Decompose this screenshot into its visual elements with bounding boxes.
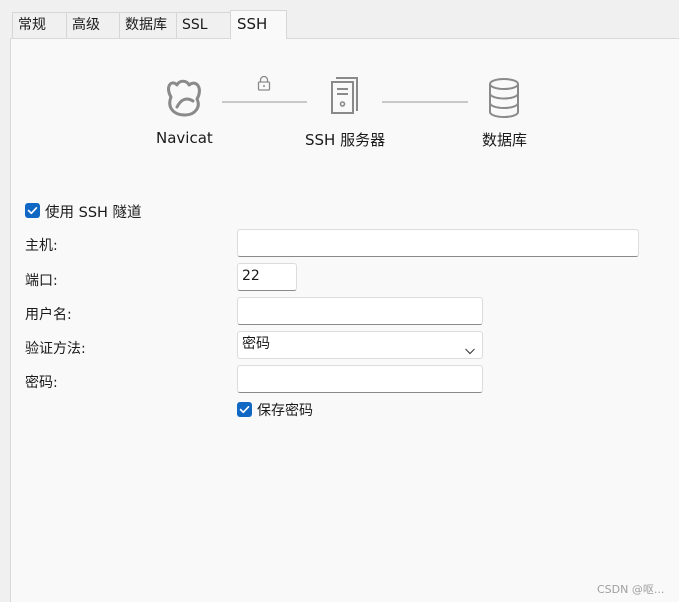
tab-bar: 常规 高级 数据库 SSL SSH — [0, 0, 679, 39]
tab-advanced[interactable]: 高级 — [66, 12, 120, 38]
navicat-logo-icon — [163, 77, 205, 119]
save-password-label[interactable]: 保存密码 — [257, 400, 313, 420]
diagram-database-label: 数据库 — [482, 131, 528, 149]
auth-method-label: 验证方法: — [25, 341, 86, 357]
host-label: 主机: — [25, 238, 58, 254]
use-ssh-tunnel-label[interactable]: 使用 SSH 隧道 — [45, 201, 142, 222]
chevron-down-icon — [464, 340, 476, 364]
connection-line — [382, 101, 468, 103]
username-input[interactable] — [237, 297, 483, 325]
diagram-server-label: SSH 服务器 — [305, 131, 386, 149]
lock-icon — [256, 75, 272, 91]
diagram-client-label: Navicat — [156, 129, 213, 147]
check-icon — [27, 207, 38, 215]
port-label: 端口: — [25, 273, 58, 289]
auth-method-select[interactable]: 密码 — [237, 331, 483, 359]
password-input[interactable] — [237, 365, 483, 393]
tab-database[interactable]: 数据库 — [119, 12, 177, 38]
server-icon — [329, 75, 361, 117]
host-input[interactable] — [237, 229, 639, 257]
save-password-checkbox[interactable] — [237, 402, 252, 417]
tab-general[interactable]: 常规 — [12, 12, 67, 38]
port-input[interactable]: 22 — [237, 263, 297, 291]
watermark: CSDN @呕... — [597, 583, 665, 596]
use-ssh-tunnel-checkbox[interactable] — [25, 203, 40, 218]
connection-line — [222, 101, 307, 103]
database-icon — [487, 77, 521, 119]
check-icon — [239, 406, 250, 414]
ssh-settings-panel: Navicat SSH 服务器 数据库 使用 SSH 隧道 主机: 端口: 22… — [10, 38, 679, 602]
tab-ssh[interactable]: SSH — [230, 10, 287, 39]
auth-method-value: 密码 — [242, 336, 270, 352]
tab-ssl[interactable]: SSL — [176, 12, 231, 38]
password-label: 密码: — [25, 375, 58, 391]
username-label: 用户名: — [25, 307, 72, 323]
